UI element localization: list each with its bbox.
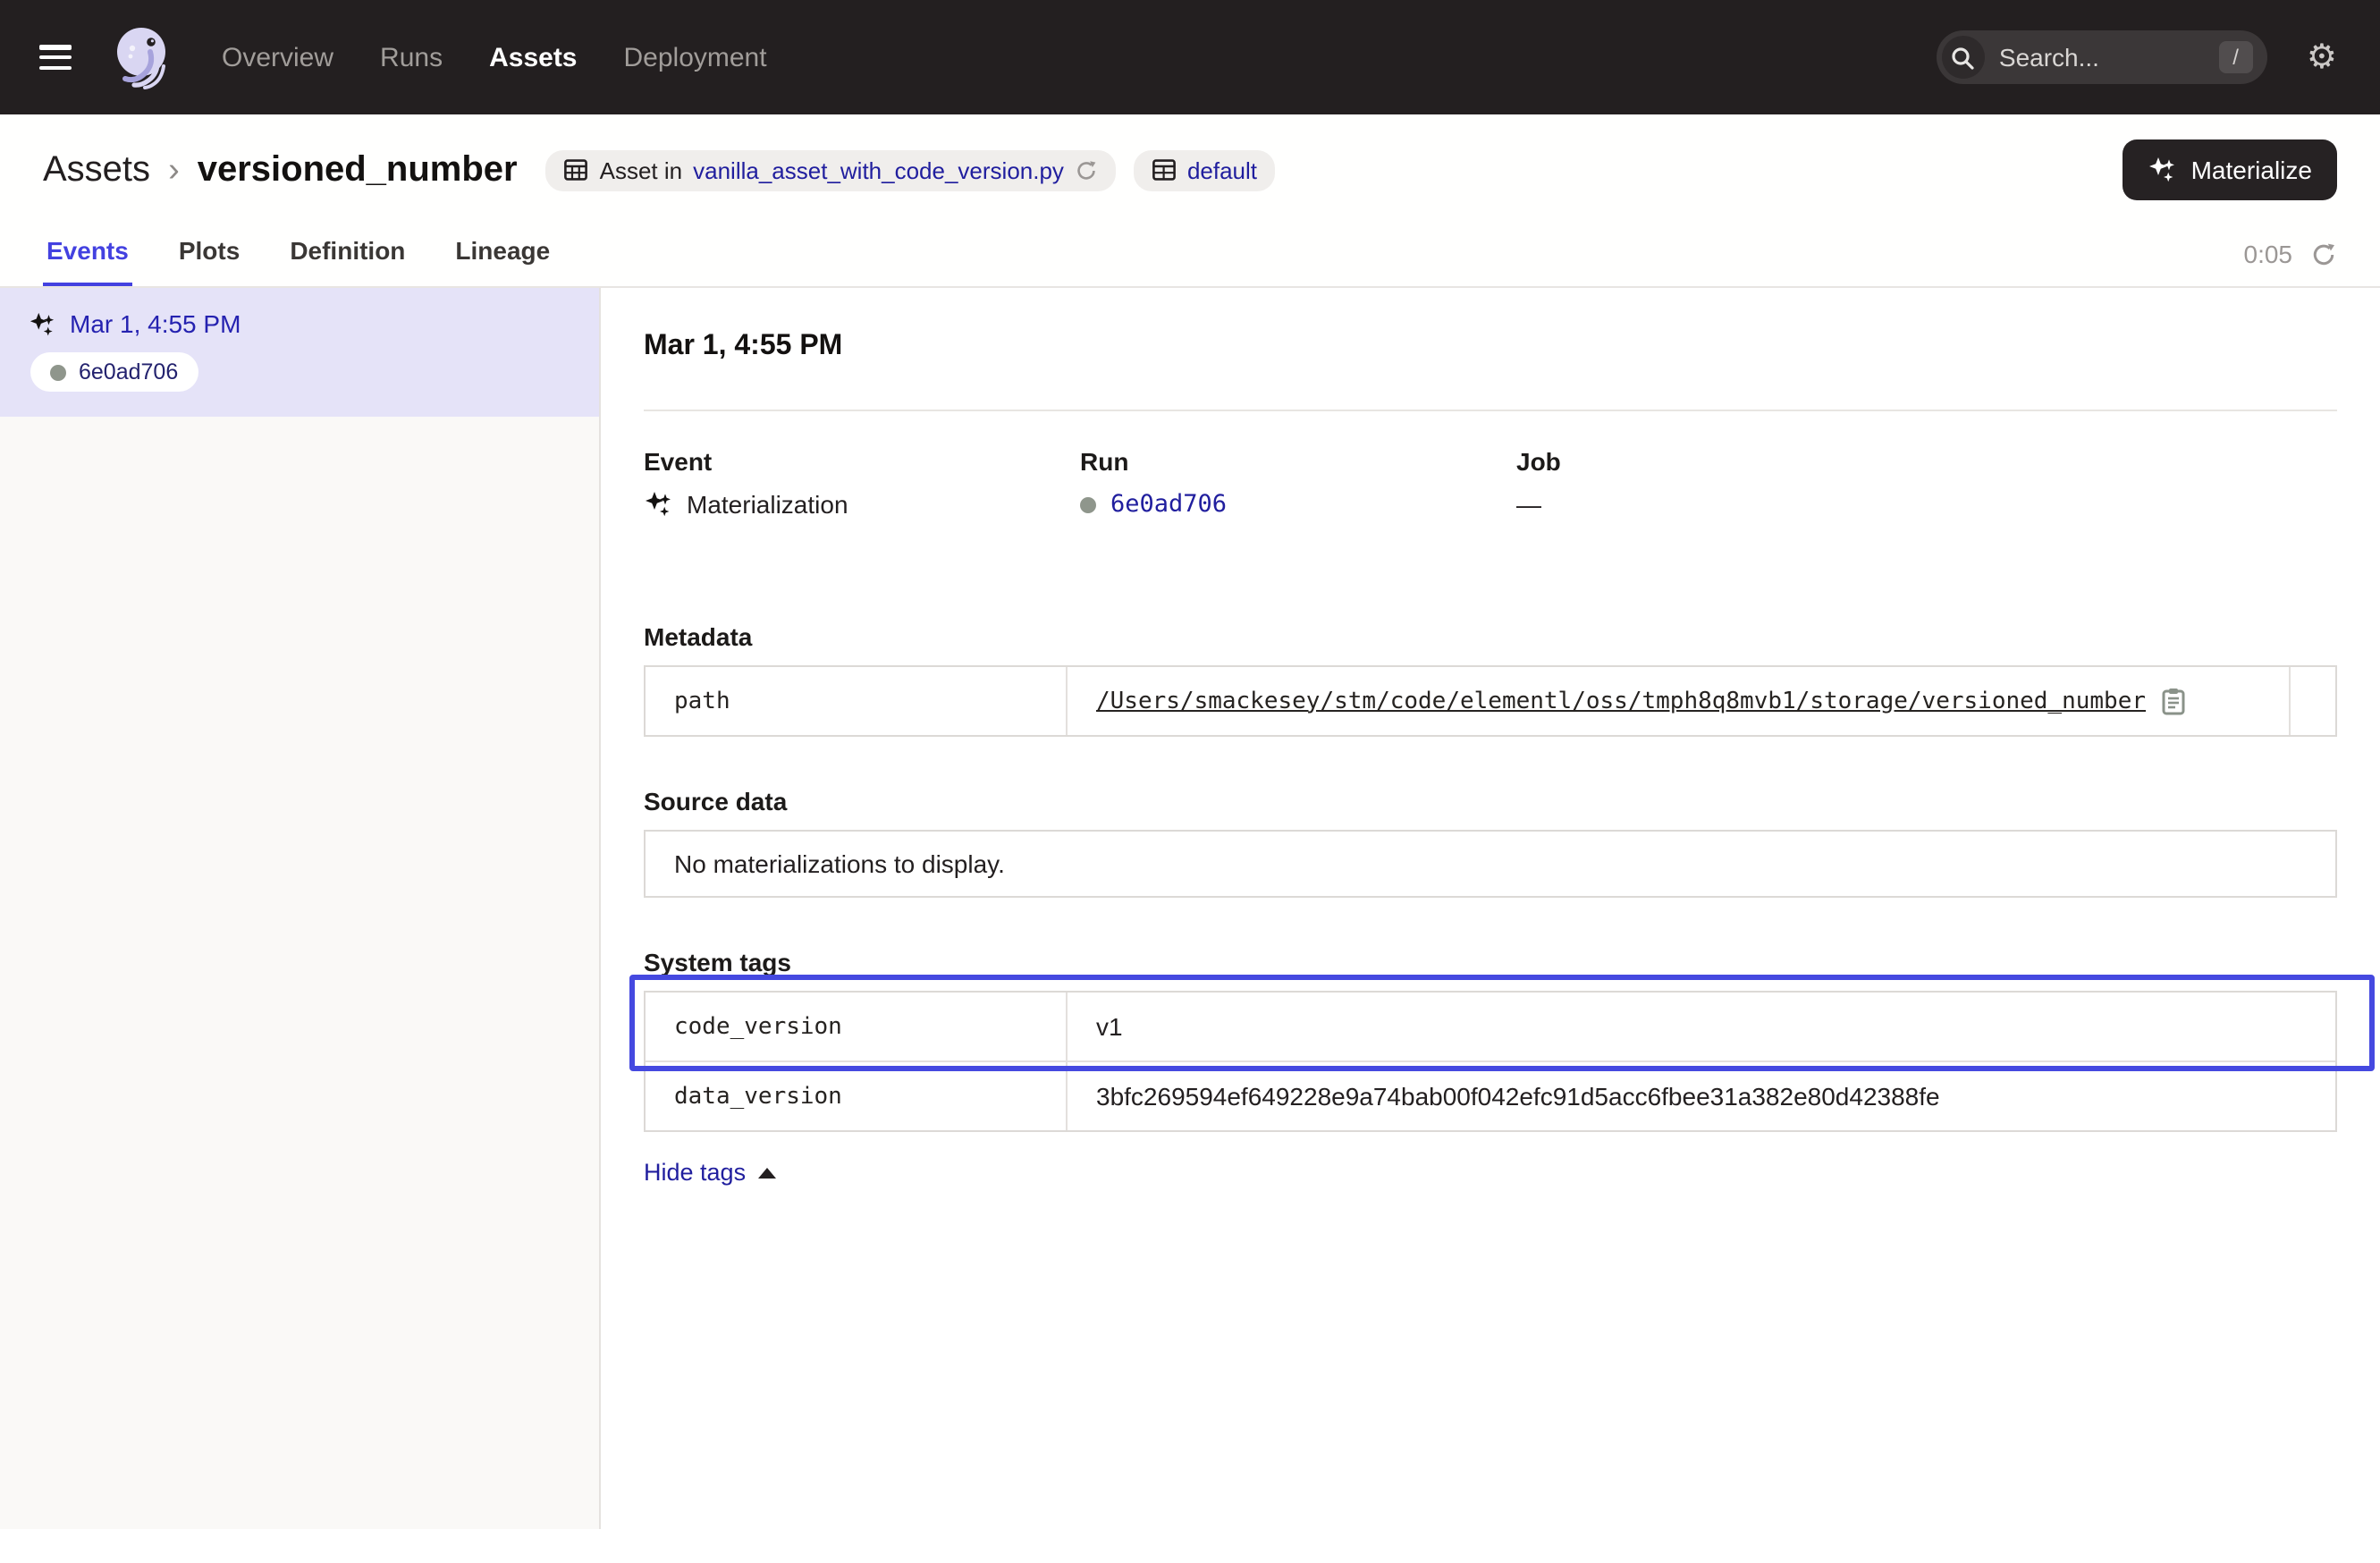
run-column: Run 6e0ad706 (1080, 447, 1516, 519)
page-title: versioned_number (198, 149, 518, 190)
job-label: Job (1516, 447, 2337, 476)
breadcrumb: Assets › versioned_number (43, 149, 518, 190)
nav-overview[interactable]: Overview (222, 42, 333, 72)
tabs-row: Events Plots Definition Lineage 0:05 (0, 215, 2380, 286)
asset-badges: Asset in vanilla_asset_with_code_version… (546, 149, 1275, 190)
event-timestamp: Mar 1, 4:55 PM (70, 309, 241, 338)
event-info-grid: Event Materialization Run 6e0ad (644, 447, 2337, 519)
app-root: Overview Runs Assets Deployment Search..… (0, 0, 2380, 1563)
tag-value: v1 (1068, 993, 2335, 1060)
events-sidebar: Mar 1, 4:55 PM 6e0ad706 (0, 288, 601, 1529)
asset-in-label: Asset in (600, 156, 683, 183)
metadata-path-link[interactable]: /Users/smackesey/stm/code/elementl/oss/t… (1096, 688, 2146, 714)
group-default-link[interactable]: default (1187, 156, 1257, 183)
workspace: Mar 1, 4:55 PM 6e0ad706 Mar 1, 4:55 PM E… (0, 288, 2380, 1529)
hide-tags-link[interactable]: Hide tags (644, 1159, 776, 1186)
group-badge: default (1134, 149, 1275, 190)
tag-key: data_version (646, 1062, 1068, 1130)
breadcrumb-assets-link[interactable]: Assets (43, 149, 150, 190)
dagster-logo-icon[interactable] (107, 21, 179, 93)
materialization-sparkle-icon (644, 490, 672, 519)
metadata-section-title: Metadata (644, 622, 2337, 651)
reload-icon[interactable] (1075, 158, 1098, 182)
metadata-actions-cell (2289, 667, 2335, 735)
run-label: Run (1080, 447, 1516, 476)
job-column: Job — (1516, 447, 2337, 519)
breadcrumb-chevron-icon: › (168, 152, 180, 188)
settings-gear-icon[interactable]: ⚙ (2307, 40, 2337, 74)
page-header: Assets › versioned_number Asset in vanil… (0, 114, 2380, 288)
asset-file-link[interactable]: vanilla_asset_with_code_version.py (693, 156, 1064, 183)
tag-key: code_version (646, 993, 1068, 1060)
caret-up-icon (758, 1167, 776, 1178)
copy-icon[interactable] (2160, 687, 2187, 715)
run-id-pill[interactable]: 6e0ad706 (30, 352, 198, 392)
event-column: Event Materialization (644, 447, 1080, 519)
run-status-dot (1080, 496, 1096, 512)
job-value: — (1516, 490, 2337, 519)
search-shortcut-badge: / (2218, 41, 2253, 73)
asset-definition-badge: Asset in vanilla_asset_with_code_version… (546, 149, 1116, 190)
top-navigation: Overview Runs Assets Deployment Search..… (0, 0, 2380, 114)
metadata-table: path /Users/smackesey/stm/code/elementl/… (644, 665, 2337, 737)
metadata-key: path (646, 667, 1068, 735)
materialization-sparkle-icon (29, 310, 55, 337)
tabs: Events Plots Definition Lineage (43, 225, 553, 286)
run-id-link[interactable]: 6e0ad706 (1110, 490, 1227, 519)
table-icon (564, 157, 589, 182)
tag-value: 3bfc269594ef649228e9a74bab00f042efc91d5a… (1068, 1062, 2335, 1130)
table-row: code_version v1 (646, 993, 2335, 1060)
nav-runs[interactable]: Runs (380, 42, 443, 72)
refresh-icon[interactable] (2310, 241, 2337, 267)
materialize-button[interactable]: Materialize (2123, 139, 2337, 200)
source-data-section-title: Source data (644, 787, 2337, 815)
refresh-status: 0:05 (2244, 240, 2338, 286)
run-status-dot (50, 364, 66, 380)
source-data-empty-message: No materializations to display. (644, 830, 2337, 898)
event-detail-title: Mar 1, 4:55 PM (644, 331, 2337, 363)
event-list-item[interactable]: Mar 1, 4:55 PM 6e0ad706 (0, 288, 599, 417)
tab-plots[interactable]: Plots (175, 225, 243, 286)
divider (644, 410, 2337, 411)
materialize-label: Materialize (2191, 156, 2312, 184)
event-label: Event (644, 447, 1080, 476)
tab-events[interactable]: Events (43, 225, 132, 286)
system-tags-table-wrap: code_version v1 data_version 3bfc269594e… (644, 991, 2337, 1132)
event-time-link[interactable]: Mar 1, 4:55 PM (29, 309, 570, 338)
refresh-countdown: 0:05 (2244, 240, 2293, 268)
event-detail-panel: Mar 1, 4:55 PM Event Materialization (601, 288, 2380, 1529)
nav-assets[interactable]: Assets (489, 42, 577, 72)
run-id-text: 6e0ad706 (79, 359, 178, 384)
tab-lineage[interactable]: Lineage (452, 225, 553, 286)
search-icon (1942, 36, 1985, 79)
tab-definition[interactable]: Definition (286, 225, 409, 286)
event-type-value: Materialization (687, 490, 848, 519)
menu-hamburger-icon[interactable] (39, 45, 72, 70)
nav-deployment[interactable]: Deployment (624, 42, 767, 72)
hide-tags-label: Hide tags (644, 1159, 746, 1186)
table-row: path /Users/smackesey/stm/code/elementl/… (646, 667, 2335, 735)
search-placeholder: Search... (1999, 43, 2218, 72)
system-tags-table: code_version v1 data_version 3bfc269594e… (644, 991, 2337, 1132)
table-row: data_version 3bfc269594ef649228e9a74bab0… (646, 1060, 2335, 1130)
sparkle-icon (2148, 156, 2177, 184)
main-nav: Overview Runs Assets Deployment (222, 42, 767, 72)
search-input[interactable]: Search... / (1937, 30, 2267, 84)
system-tags-section-title: System tags (644, 948, 2337, 976)
breadcrumb-row: Assets › versioned_number Asset in vanil… (0, 114, 2380, 215)
asset-group-icon (1152, 157, 1177, 182)
